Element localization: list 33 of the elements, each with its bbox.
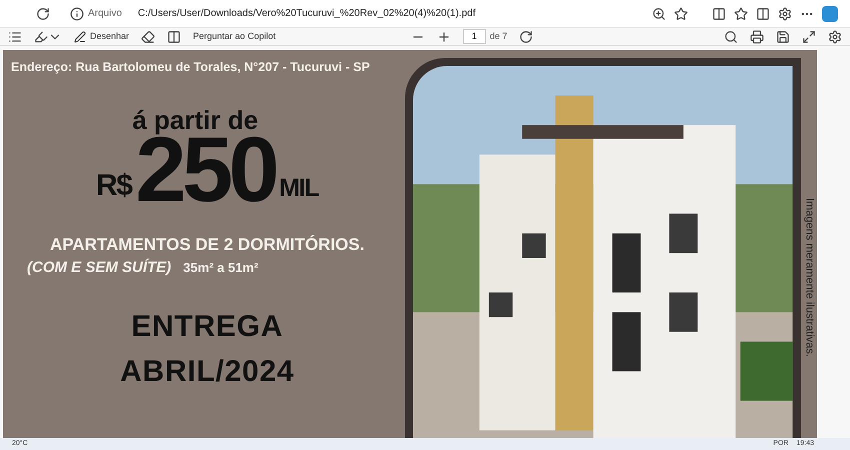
page-total: de 7 [490,30,508,43]
currency-text: R$ [96,168,132,204]
rotate-icon[interactable] [519,30,534,44]
split-icon[interactable] [712,6,726,20]
zoom-in-icon[interactable] [436,30,451,44]
pen-icon [74,30,86,42]
page-field[interactable]: 1 [462,28,486,44]
favorites-icon[interactable] [734,6,748,20]
search-icon[interactable] [724,30,738,44]
headline-text: APARTAMENTOS DE 2 DORMITÓRIOS. [50,234,364,256]
settings-icon[interactable] [828,30,842,44]
info-icon[interactable] [70,6,84,20]
highlight-icon[interactable] [34,30,48,44]
area-text: 35m² a 51m² [183,259,258,278]
zoom-icon[interactable] [652,6,666,20]
copilot-button[interactable]: Perguntar ao Copilot [193,30,276,44]
view-icon[interactable] [167,30,182,44]
url-field[interactable]: C:/Users/User/Downloads/Vero%20Tucuruvi_%20Rev_02%20(4)%20(1).pdf [138,6,644,21]
star-icon[interactable] [674,6,688,20]
address-text: Endereço: Rua Bartolomeu de Torales, N°207 - Tucuruvi - SP [11,59,370,76]
disclaimer-text: Imagens meramente ilustrativas. [802,198,816,359]
eraser-icon[interactable] [141,30,156,44]
reload-icon[interactable] [36,6,50,20]
file-label: Arquivo [88,7,122,21]
save-icon[interactable] [776,30,790,44]
print-icon[interactable] [750,30,764,44]
delivery-label: ENTREGA [131,308,284,345]
draw-button[interactable]: Desenhar [74,30,130,44]
fullscreen-icon[interactable] [802,30,816,44]
delivery-date: ABRIL/2024 [120,354,294,390]
contents-icon[interactable] [8,30,22,44]
unit-text: MIL [279,173,318,204]
suite-note: (COM E SEM SUÍTE) [27,258,172,278]
